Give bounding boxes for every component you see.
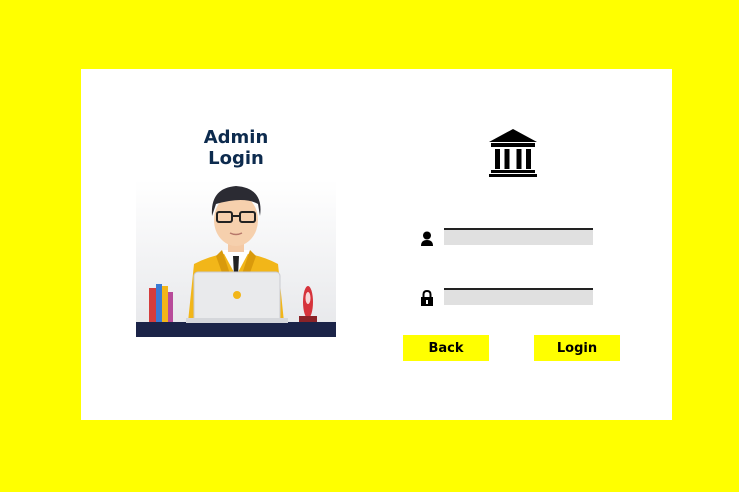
username-input[interactable] bbox=[444, 228, 593, 245]
login-button[interactable]: Login bbox=[534, 335, 620, 361]
login-card: Admin Login Back Login bbox=[81, 69, 672, 420]
back-button[interactable]: Back bbox=[403, 335, 489, 361]
password-input[interactable] bbox=[444, 288, 593, 305]
lock-icon bbox=[421, 290, 433, 306]
page-title: Admin Login bbox=[203, 127, 269, 169]
admin-illustration bbox=[136, 180, 336, 337]
user-icon bbox=[421, 231, 433, 246]
bank-building-icon bbox=[489, 129, 537, 177]
